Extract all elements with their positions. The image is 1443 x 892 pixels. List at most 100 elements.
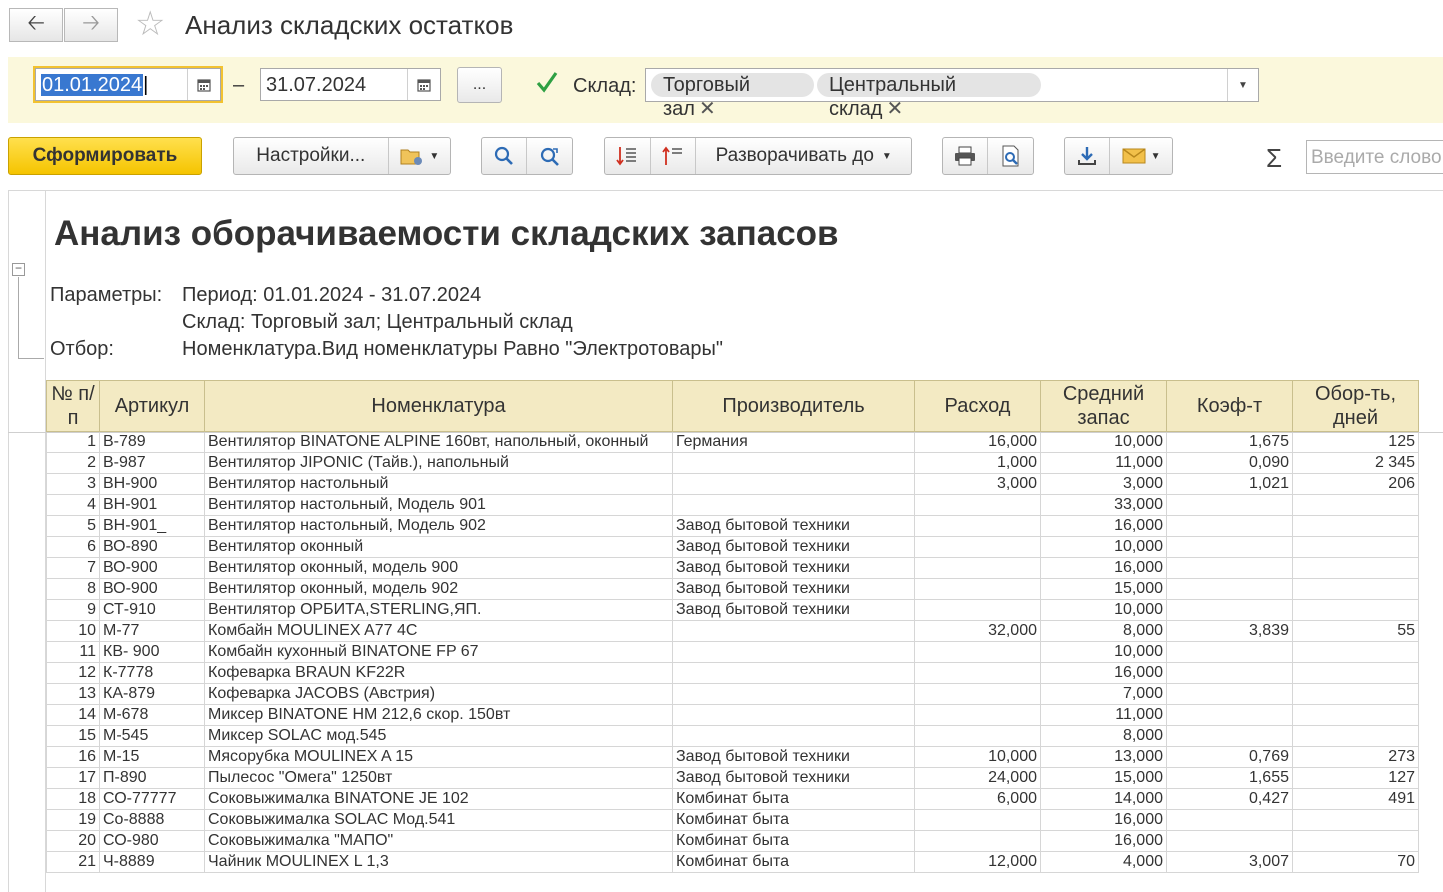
row-number[interactable]: 18 [46, 788, 100, 810]
coefficient-cell[interactable] [1166, 515, 1293, 537]
avg-stock-cell[interactable]: 10,000 [1040, 599, 1167, 621]
nomenclature-cell[interactable]: Миксер BINATONE HM 212,6 скор. 150вт [204, 704, 673, 726]
table-row[interactable]: 9 СТ-910 Вентилятор ОРБИТА,STERLING,ЯП. Зав… [46, 599, 1419, 621]
manufacturer-cell[interactable]: Комбинат быта [672, 809, 915, 831]
find-next-button[interactable] [527, 138, 572, 174]
consumption-cell[interactable] [914, 557, 1041, 579]
article-cell[interactable]: М-15 [99, 746, 205, 768]
consumption-cell[interactable] [914, 599, 1041, 621]
row-number[interactable]: 12 [46, 662, 100, 684]
coefficient-cell[interactable]: 1,675 [1166, 431, 1293, 453]
article-cell[interactable]: Ч-8889 [99, 851, 205, 873]
period-select-button[interactable]: ... [457, 67, 502, 103]
manufacturer-cell[interactable] [672, 683, 915, 705]
manufacturer-cell[interactable]: Завод бытовой техники [672, 599, 915, 621]
avg-stock-cell[interactable]: 10,000 [1040, 431, 1167, 453]
consumption-cell[interactable]: 16,000 [914, 431, 1041, 453]
avg-stock-cell[interactable]: 16,000 [1040, 830, 1167, 852]
turnover-days-cell[interactable] [1292, 599, 1419, 621]
nomenclature-cell[interactable]: Пылесос "Омега" 1250вт [204, 767, 673, 789]
row-number[interactable]: 19 [46, 809, 100, 831]
date-from-field[interactable]: 01.01.2024| [33, 66, 223, 103]
article-cell[interactable]: ВН-901_ [99, 515, 205, 537]
manufacturer-cell[interactable]: Комбинат быта [672, 788, 915, 810]
row-number[interactable]: 13 [46, 683, 100, 705]
row-number[interactable]: 2 [46, 452, 100, 474]
settings-button[interactable]: Настройки... [234, 138, 389, 174]
nomenclature-cell[interactable]: Комбайн кухонный BINATONE FP 67 [204, 641, 673, 663]
consumption-cell[interactable]: 10,000 [914, 746, 1041, 768]
article-cell[interactable]: СО-77777 [99, 788, 205, 810]
table-row[interactable]: 19 Со-8888 Соковыжималка SOLAC Мод.541 Комб… [46, 809, 1419, 831]
article-cell[interactable]: СТ-910 [99, 599, 205, 621]
article-cell[interactable]: ВО-900 [99, 578, 205, 600]
avg-stock-cell[interactable]: 11,000 [1040, 704, 1167, 726]
table-row[interactable]: 3 ВН-900 Вентилятор настольный 3,000 3,000 1,… [46, 473, 1419, 495]
manufacturer-cell[interactable]: Комбинат быта [672, 830, 915, 852]
table-row[interactable]: 14 М-678 Миксер BINATONE HM 212,6 скор. 15… [46, 704, 1419, 726]
turnover-days-cell[interactable] [1292, 557, 1419, 579]
turnover-days-cell[interactable]: 127 [1292, 767, 1419, 789]
nomenclature-cell[interactable]: Вентилятор BINATONE ALPINE 160вт, наполь… [204, 431, 673, 453]
nomenclature-cell[interactable]: Вентилятор оконный, модель 902 [204, 578, 673, 600]
avg-stock-cell[interactable]: 10,000 [1040, 536, 1167, 558]
avg-stock-cell[interactable]: 8,000 [1040, 620, 1167, 642]
table-row[interactable]: 20 СО-980 Соковыжималка "МАПО" Комбинат быт… [46, 830, 1419, 852]
row-number[interactable]: 3 [46, 473, 100, 495]
row-number[interactable]: 17 [46, 767, 100, 789]
article-cell[interactable]: СО-980 [99, 830, 205, 852]
avg-stock-cell[interactable]: 8,000 [1040, 725, 1167, 747]
row-number[interactable]: 10 [46, 620, 100, 642]
manufacturer-cell[interactable]: Завод бытовой техники [672, 536, 915, 558]
article-cell[interactable]: ВО-890 [99, 536, 205, 558]
nomenclature-cell[interactable]: Чайник MOULINEX L 1,3 [204, 851, 673, 873]
table-row[interactable]: 10 М-77 Комбайн MOULINEX A77 4C 32,000 8,000… [46, 620, 1419, 642]
manufacturer-cell[interactable] [672, 641, 915, 663]
manufacturer-cell[interactable] [672, 473, 915, 495]
row-number[interactable]: 4 [46, 494, 100, 516]
table-row[interactable]: 21 Ч-8889 Чайник MOULINEX L 1,3 Комбинат бы… [46, 851, 1419, 873]
warehouse-select[interactable]: Торговый зал ✕ Центральный склад ✕ ▼ [645, 68, 1259, 120]
avg-stock-cell[interactable]: 13,000 [1040, 746, 1167, 768]
article-cell[interactable]: КА-879 [99, 683, 205, 705]
table-row[interactable]: 6 ВО-890 Вентилятор оконный Завод бытовой т… [46, 536, 1419, 558]
turnover-days-cell[interactable] [1292, 515, 1419, 537]
manufacturer-cell[interactable]: Завод бытовой техники [672, 746, 915, 768]
avg-stock-cell[interactable]: 15,000 [1040, 578, 1167, 600]
coefficient-cell[interactable] [1166, 641, 1293, 663]
coefficient-cell[interactable]: 3,007 [1166, 851, 1293, 873]
date-to-field[interactable]: 31.07.2024 [260, 68, 441, 101]
chevron-down-icon[interactable]: ▼ [1227, 69, 1258, 101]
row-number[interactable]: 14 [46, 704, 100, 726]
coefficient-cell[interactable]: 1,655 [1166, 767, 1293, 789]
consumption-cell[interactable] [914, 641, 1041, 663]
nomenclature-cell[interactable]: Кофеварка BRAUN KF22R [204, 662, 673, 684]
turnover-days-cell[interactable] [1292, 725, 1419, 747]
manufacturer-cell[interactable] [672, 662, 915, 684]
coefficient-cell[interactable] [1166, 704, 1293, 726]
collapse-group-icon[interactable]: − [12, 262, 25, 276]
article-cell[interactable]: М-678 [99, 704, 205, 726]
turnover-days-cell[interactable] [1292, 536, 1419, 558]
column-header[interactable]: № п/п [46, 380, 100, 432]
turnover-days-cell[interactable] [1292, 704, 1419, 726]
table-row[interactable]: 1 B-789 Вентилятор BINATONE ALPINE 160вт, … [46, 431, 1419, 453]
turnover-days-cell[interactable]: 273 [1292, 746, 1419, 768]
turnover-days-cell[interactable] [1292, 830, 1419, 852]
turnover-days-cell[interactable] [1292, 578, 1419, 600]
row-number[interactable]: 9 [46, 599, 100, 621]
save-button[interactable] [1065, 138, 1111, 174]
manufacturer-cell[interactable] [672, 620, 915, 642]
column-header[interactable]: Артикул [99, 380, 205, 432]
article-cell[interactable]: М-545 [99, 725, 205, 747]
consumption-cell[interactable] [914, 704, 1041, 726]
expand-all-button[interactable] [605, 138, 651, 174]
article-cell[interactable]: П-890 [99, 767, 205, 789]
coefficient-cell[interactable] [1166, 578, 1293, 600]
article-cell[interactable]: B-789 [99, 431, 205, 453]
consumption-cell[interactable] [914, 662, 1041, 684]
avg-stock-cell[interactable]: 3,000 [1040, 473, 1167, 495]
row-number[interactable]: 8 [46, 578, 100, 600]
collapse-all-button[interactable] [651, 138, 697, 174]
consumption-cell[interactable] [914, 536, 1041, 558]
